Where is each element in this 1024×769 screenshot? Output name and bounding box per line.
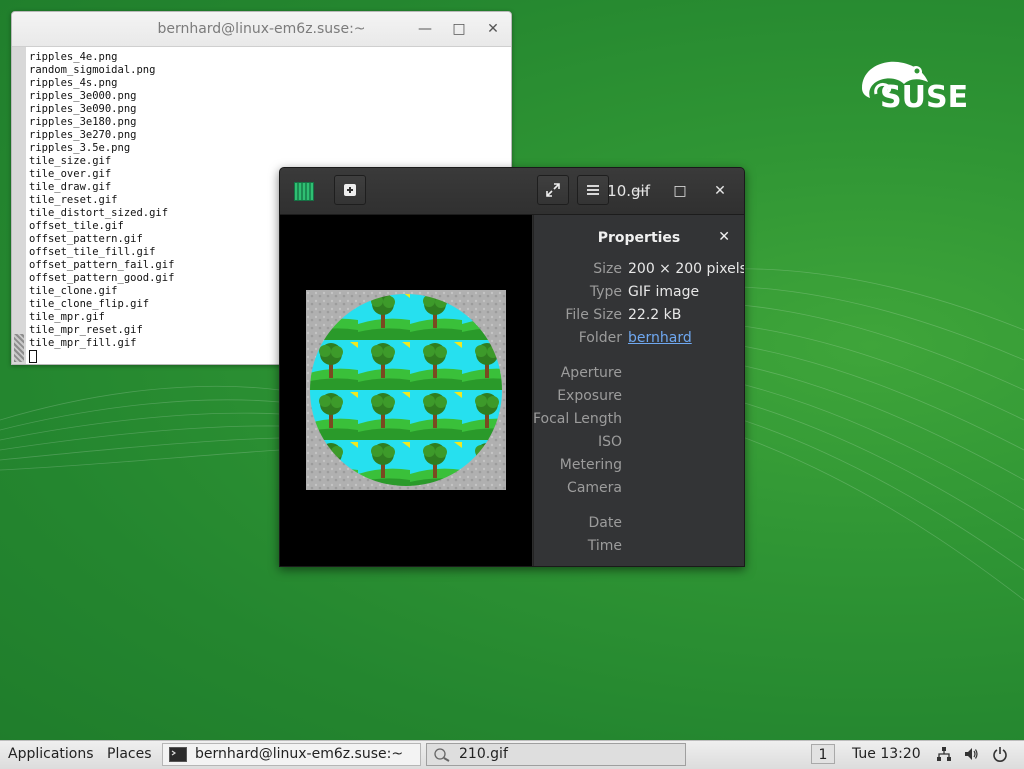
property-value: 22.2 kB [628,307,682,323]
property-row-file-size: File Size 22.2 kB [534,307,744,327]
hamburger-icon [587,185,599,195]
properties-heading: Properties [597,230,681,246]
property-row-exposure: Exposure [534,388,744,408]
terminal-line: ripples_3e090.png [29,103,137,115]
property-key: File Size [565,307,622,323]
terminal-line: tile_distort_sized.gif [29,207,169,219]
minimize-button[interactable]: — [630,181,650,201]
terminal-line: offset_pattern_fail.gif [29,259,175,271]
property-key: Metering [559,457,622,473]
property-row-camera: Camera [534,480,744,500]
close-button[interactable]: ✕ [484,20,502,38]
terminal-line: offset_pattern.gif [29,233,143,245]
workspace-switcher[interactable]: 1 [811,744,835,764]
text-cursor [29,350,37,363]
properties-panel: Properties ✕ Size 200 × 200 pixels Type … [533,215,744,566]
property-key: Folder [578,330,622,346]
expand-icon [546,183,560,197]
terminal-line: tile_draw.gif [29,181,112,193]
terminal-line: tile_mpr.gif [29,311,105,323]
terminal-line: ripples_3e180.png [29,116,137,128]
image-viewer-icon [434,748,450,762]
property-key: Type [589,284,622,300]
volume-icon[interactable] [963,746,979,762]
folder-link[interactable]: bernhard [628,330,692,346]
property-row-type: Type GIF image [534,284,744,304]
property-row-time: Time [534,538,744,558]
property-key: Aperture [560,365,622,381]
taskbar-window-label: bernhard@linux-em6z.suse:~ [195,746,404,762]
minimize-button[interactable]: — [416,20,434,38]
terminal-line: ripples_3e270.png [29,129,137,141]
property-key: Exposure [557,388,622,404]
terminal-line: tile_clone_flip.gif [29,298,150,310]
terminal-line: ripples_3.5e.png [29,142,131,154]
property-row-aperture: Aperture [534,365,744,385]
displayed-image [306,290,506,490]
network-icon[interactable] [936,746,952,762]
applications-menu[interactable]: Applications [8,746,94,762]
close-button[interactable]: ✕ [710,181,730,201]
property-key: Focal Length [532,411,622,427]
menu-button[interactable] [577,175,609,205]
fullscreen-button[interactable] [537,175,569,205]
terminal-prompt[interactable] [29,350,174,363]
terminal-titlebar[interactable]: bernhard@linux-em6z.suse:~ — □ ✕ [12,12,511,47]
terminal-line: random_sigmoidal.png [29,64,156,76]
property-value: 200 × 200 pixels [628,261,745,277]
terminal-scrollbar[interactable] [12,47,26,364]
taskbar-window-label: 210.gif [459,746,508,762]
property-key: ISO [597,434,622,450]
terminal-line: tile_clone.gif [29,285,118,297]
plus-box-icon [344,184,356,196]
property-value: GIF image [628,284,700,300]
places-menu[interactable]: Places [107,746,152,762]
property-row-metering: Metering [534,457,744,477]
terminal-line: ripples_3e000.png [29,90,137,102]
terminal-line: tile_over.gif [29,168,112,180]
property-row-focal-length: Focal Length [532,411,744,431]
property-key: Time [587,538,622,554]
terminal-line: offset_tile.gif [29,220,124,232]
terminal-line: tile_mpr_reset.gif [29,324,143,336]
property-row-iso: ISO [534,434,744,454]
terminal-icon [169,747,187,762]
bottom-panel: Applications Places bernhard@linux-em6z.… [0,740,1024,769]
image-content [306,290,506,490]
viewer-headerbar[interactable]: 210.gif — □ ✕ [280,168,744,215]
property-key: Date [588,515,622,531]
property-row-size: Size 200 × 200 pixels [534,261,744,281]
taskbar-window-image-viewer[interactable]: 210.gif [426,743,686,766]
property-row-date: Date [534,515,744,535]
image-viewer-window[interactable]: 210.gif — □ ✕ Properties ✕ Size 200 × 20… [279,167,745,567]
property-key: Size [593,261,622,277]
terminal-line: offset_pattern_good.gif [29,272,175,284]
terminal-line: ripples_4s.png [29,77,118,89]
close-icon[interactable]: ✕ [718,229,730,245]
image-canvas[interactable] [280,215,532,566]
suse-wordmark: SUSE [880,80,969,115]
open-button[interactable] [334,175,366,205]
clock[interactable]: Tue 13:20 [852,746,921,762]
maximize-button[interactable]: □ [450,20,468,38]
terminal-line: ripples_4e.png [29,51,118,63]
gallery-icon[interactable] [294,182,314,201]
scrollbar-thumb[interactable] [14,334,24,362]
power-icon[interactable] [992,746,1008,762]
terminal-output: ripples_4e.png random_sigmoidal.png ripp… [29,51,174,363]
terminal-line: tile_mpr_fill.gif [29,337,137,349]
terminal-line: tile_reset.gif [29,194,118,206]
terminal-line: offset_tile_fill.gif [29,246,156,258]
property-row-folder: Folder bernhard [534,330,744,350]
terminal-title: bernhard@linux-em6z.suse:~ [157,21,366,37]
terminal-line: tile_size.gif [29,155,112,167]
property-key: Camera [567,480,622,496]
taskbar-window-terminal[interactable]: bernhard@linux-em6z.suse:~ [162,743,421,766]
maximize-button[interactable]: □ [670,181,690,201]
